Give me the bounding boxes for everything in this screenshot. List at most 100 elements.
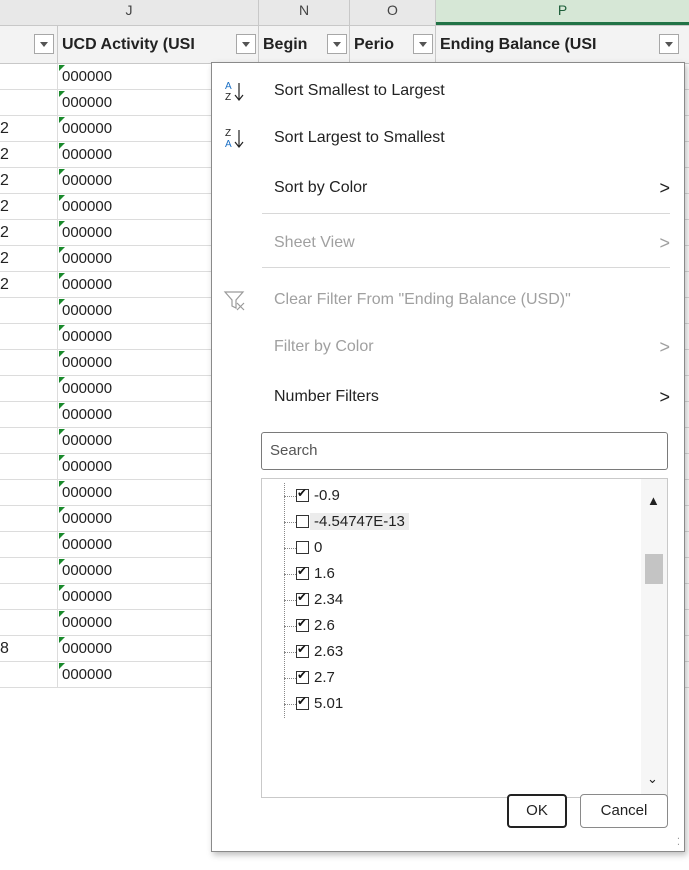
cell-left[interactable] [0,532,58,557]
column-header-p[interactable]: P [436,0,689,25]
cell-left[interactable]: 2 [0,220,58,245]
filter-dropdown-button[interactable] [413,34,433,54]
cancel-button[interactable]: Cancel [580,794,668,828]
filter-value-item[interactable]: 2.63 [262,639,632,666]
cell-left[interactable]: 2 [0,116,58,141]
cell-left[interactable]: 2 [0,142,58,167]
search-placeholder: Search [270,442,318,459]
menu-sort-ascending[interactable]: AZ Sort Smallest to Largest [212,71,684,111]
column-header-n[interactable]: N [259,0,350,25]
header-cell-left [0,26,58,63]
cell-left[interactable] [0,350,58,375]
checkbox[interactable] [296,668,309,684]
filter-dropdown-button[interactable] [236,34,256,54]
checkbox[interactable] [296,515,309,528]
cell-left[interactable] [0,298,58,323]
column-header-o[interactable]: O [350,0,436,25]
cell-value: 000000 [62,562,113,579]
tree-line [284,704,296,705]
cell-value: 000000 [62,536,113,553]
cell-left[interactable] [0,558,58,583]
header-label: Begin [263,36,308,53]
cell-left[interactable]: 2 [0,168,58,193]
cell-value: 000000 [62,458,113,475]
cell-left[interactable] [0,376,58,401]
submenu-arrow-icon: > [659,337,670,357]
tree-line [284,652,296,653]
checkbox[interactable] [296,590,309,606]
cell-left[interactable]: 2 [0,272,58,297]
cell-value: 2 [0,198,9,215]
menu-number-filters[interactable]: Number Filters > [212,377,684,417]
menu-label: Sort Largest to Smallest [274,129,445,146]
vertical-scrollbar[interactable]: ▲ ⌄ [641,479,667,797]
cell-left[interactable]: 2 [0,194,58,219]
cell-value: 000000 [62,224,113,241]
filter-value-item[interactable]: 1.6 [262,561,632,588]
checkbox[interactable] [296,616,309,632]
column-header-j[interactable]: J [0,0,259,25]
sort-descending-icon: ZA [222,126,248,150]
cell-left[interactable] [0,324,58,349]
filter-value-item[interactable]: -0.9 [262,483,632,510]
cell-left[interactable] [0,662,58,687]
header-label: Perio [354,36,395,53]
filter-dropdown-button[interactable] [327,34,347,54]
cell-left[interactable] [0,610,58,635]
filter-value-item[interactable]: -4.54747E-13 [262,509,632,536]
search-input[interactable]: Search [261,432,668,470]
filter-value-label: 5.01 [314,695,344,712]
cell-left[interactable] [0,584,58,609]
column-header-bar: J N O P [0,0,689,26]
cell-left[interactable] [0,402,58,427]
resize-grip-icon[interactable]: ⁚ [677,837,681,848]
cell-left[interactable] [0,454,58,479]
menu-label: Filter by Color [274,338,374,355]
scroll-down-icon[interactable]: ⌄ [647,771,658,787]
column-letter: N [298,2,310,18]
menu-label: Sheet View [274,234,355,251]
filter-value-label: 2.63 [314,643,344,660]
filter-value-item[interactable]: 0 [262,535,632,562]
column-letter: O [387,2,398,18]
cell-left[interactable] [0,64,58,89]
ok-button[interactable]: OK [507,794,567,828]
filter-value-item[interactable]: 5.01 [262,691,632,718]
cell-left[interactable] [0,480,58,505]
svg-text:A: A [225,139,232,150]
header-cell-ending-balance: Ending Balance (USI [436,26,689,63]
menu-sort-by-color[interactable]: Sort by Color > [212,168,684,208]
cell-left[interactable] [0,428,58,453]
filter-dropdown-button[interactable] [34,34,54,54]
scroll-up-icon[interactable]: ▲ [647,493,660,508]
cell-left[interactable]: 2 [0,246,58,271]
cell-value: 000000 [62,354,113,371]
tree-line [284,678,296,679]
filter-value-label: 2.7 [314,669,335,686]
checkbox[interactable] [296,694,309,710]
menu-label: Sort by Color [274,179,368,196]
clear-filter-icon [222,288,248,312]
filter-value-label: 0 [314,539,323,556]
filter-dropdown-button-active[interactable] [659,34,679,54]
filter-value-label: 2.6 [314,617,335,634]
checkbox[interactable] [296,642,309,658]
cell-left[interactable] [0,506,58,531]
header-cell-period: Perio [350,26,436,63]
filter-value-item[interactable]: 2.34 [262,587,632,614]
filter-value-item[interactable]: 2.7 [262,665,632,692]
scrollbar-thumb[interactable] [645,554,663,584]
cell-left[interactable] [0,90,58,115]
submenu-arrow-icon: > [659,233,670,253]
cell-value: 000000 [62,172,113,189]
menu-sort-descending[interactable]: ZA Sort Largest to Smallest [212,118,684,158]
cell-left[interactable]: 8 [0,636,58,661]
checkbox[interactable] [296,541,309,554]
column-letter: P [557,2,568,18]
checkbox[interactable] [296,564,309,580]
cell-value: 8 [0,640,9,657]
filter-value-item[interactable]: 2.6 [262,613,632,640]
checkbox[interactable] [296,486,309,502]
filter-values-list[interactable]: ▲ ⌄ -0.9 -4.54747E-13 0 1.6 2.34 2.6 2.63 2.7 5.… [261,478,668,798]
cell-value: 000000 [62,68,113,85]
